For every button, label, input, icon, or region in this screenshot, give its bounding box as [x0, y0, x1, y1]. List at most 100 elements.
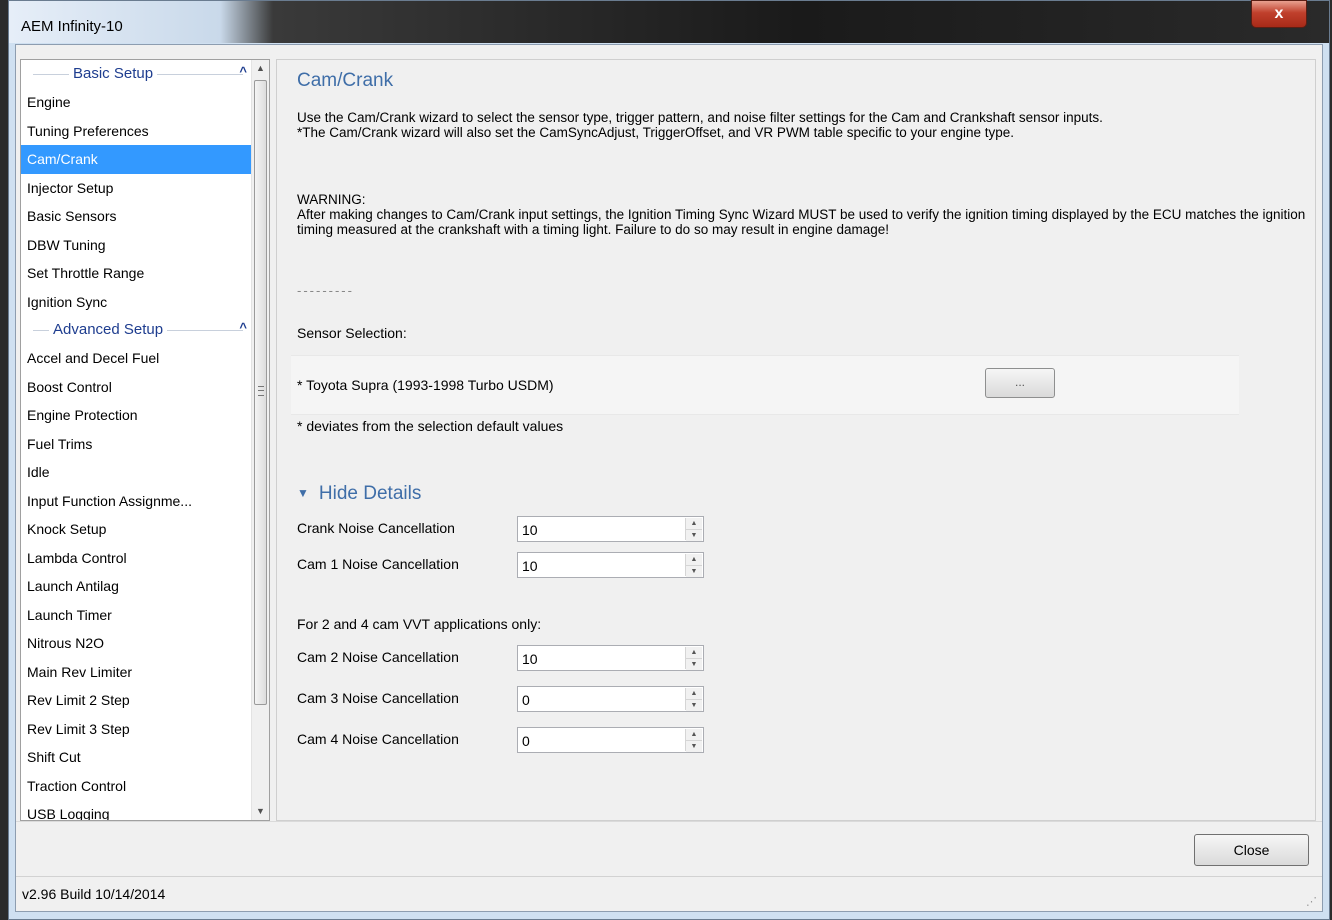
spin-up-icon[interactable]: ▲ [686, 729, 702, 741]
title-bar[interactable]: AEM Infinity-10 x [9, 0, 1329, 43]
field-value[interactable]: 10 [522, 651, 538, 667]
scrollbar-thumb[interactable] [254, 80, 267, 705]
cam4-noise-stepper[interactable]: 0 ▲ ▼ [517, 727, 704, 753]
sidebar-item-fuel-trims[interactable]: Fuel Trims [21, 430, 253, 459]
spinner[interactable]: ▲ ▼ [685, 729, 702, 752]
sidebar-list: Basic Setup ^ Engine Tuning Preferences … [21, 60, 253, 820]
vvt-note: For 2 and 4 cam VVT applications only: [297, 616, 542, 632]
warning-block: WARNING: After making changes to Cam/Cra… [297, 192, 1307, 237]
spin-up-icon[interactable]: ▲ [686, 554, 702, 566]
sidebar-item-rev-limit-3-step[interactable]: Rev Limit 3 Step [21, 715, 253, 744]
sidebar-item-traction-control[interactable]: Traction Control [21, 772, 253, 801]
hide-details-label: Hide Details [318, 483, 422, 504]
triangle-down-icon: ▼ [297, 486, 309, 500]
sidebar-item-shift-cut[interactable]: Shift Cut [21, 743, 253, 772]
spinner[interactable]: ▲ ▼ [685, 554, 702, 577]
group-label: Advanced Setup [49, 321, 168, 338]
warning-text: After making changes to Cam/Crank input … [297, 207, 1306, 237]
sensor-selection-label: Sensor Selection: [297, 325, 407, 341]
sidebar-item-basic-sensors[interactable]: Basic Sensors [21, 202, 253, 231]
sidebar-item-tuning-preferences[interactable]: Tuning Preferences [21, 117, 253, 146]
sidebar-item-dbw-tuning[interactable]: DBW Tuning [21, 231, 253, 260]
sidebar-item-rev-limit-2-step[interactable]: Rev Limit 2 Step [21, 686, 253, 715]
spin-down-icon[interactable]: ▼ [686, 741, 702, 752]
sidebar-item-engine[interactable]: Engine [21, 88, 253, 117]
collapse-chevron-icon[interactable]: ^ [239, 320, 247, 335]
sidebar-item-boost-control[interactable]: Boost Control [21, 373, 253, 402]
version-label: v2.96 Build 10/14/2014 [22, 886, 166, 902]
field-label: Crank Noise Cancellation [297, 520, 455, 536]
close-button[interactable]: Close [1194, 834, 1309, 866]
sidebar-item-input-function-assignment[interactable]: Input Function Assignme... [21, 487, 253, 516]
warning-heading: WARNING: [297, 192, 366, 207]
spin-up-icon[interactable]: ▲ [686, 518, 702, 530]
cam3-noise-stepper[interactable]: 0 ▲ ▼ [517, 686, 704, 712]
sidebar-item-main-rev-limiter[interactable]: Main Rev Limiter [21, 658, 253, 687]
group-label: Basic Setup [69, 65, 158, 82]
crank-noise-stepper[interactable]: 10 ▲ ▼ [517, 516, 704, 542]
spin-down-icon[interactable]: ▼ [686, 530, 702, 541]
collapse-chevron-icon[interactable]: ^ [239, 64, 247, 79]
spin-up-icon[interactable]: ▲ [686, 688, 702, 700]
crank-noise-row: Crank Noise Cancellation 10 ▲ ▼ [297, 516, 727, 544]
sidebar-item-launch-timer[interactable]: Launch Timer [21, 601, 253, 630]
scroll-up-icon[interactable]: ▲ [252, 60, 269, 77]
cam4-noise-row: Cam 4 Noise Cancellation 0 ▲ ▼ [297, 727, 727, 755]
spin-down-icon[interactable]: ▼ [686, 700, 702, 711]
sidebar-item-accel-decel-fuel[interactable]: Accel and Decel Fuel [21, 344, 253, 373]
footer-divider [16, 821, 1322, 822]
group-header-advanced-setup[interactable]: Advanced Setup ^ [21, 316, 253, 344]
cam1-noise-row: Cam 1 Noise Cancellation 10 ▲ ▼ [297, 552, 727, 580]
cam3-noise-row: Cam 3 Noise Cancellation 0 ▲ ▼ [297, 686, 727, 714]
sidebar-item-injector-setup[interactable]: Injector Setup [21, 174, 253, 203]
scroll-down-icon[interactable]: ▼ [252, 803, 269, 820]
sidebar-nav: Basic Setup ^ Engine Tuning Preferences … [20, 59, 270, 821]
page-title: Cam/Crank [297, 70, 394, 91]
sidebar-item-lambda-control[interactable]: Lambda Control [21, 544, 253, 573]
cam1-noise-stepper[interactable]: 10 ▲ ▼ [517, 552, 704, 578]
sidebar-item-nitrous-n2o[interactable]: Nitrous N2O [21, 629, 253, 658]
spinner[interactable]: ▲ ▼ [685, 518, 702, 541]
window-title: AEM Infinity-10 [21, 18, 123, 35]
sensor-select-button[interactable]: ... [985, 368, 1055, 398]
sidebar-item-ignition-sync[interactable]: Ignition Sync [21, 288, 253, 317]
field-label: Cam 4 Noise Cancellation [297, 731, 459, 747]
spinner[interactable]: ▲ ▼ [685, 647, 702, 670]
field-label: Cam 2 Noise Cancellation [297, 649, 459, 665]
field-label: Cam 1 Noise Cancellation [297, 556, 459, 572]
sidebar-item-set-throttle-range[interactable]: Set Throttle Range [21, 259, 253, 288]
spin-down-icon[interactable]: ▼ [686, 659, 702, 670]
spin-down-icon[interactable]: ▼ [686, 566, 702, 577]
sidebar-item-cam-crank[interactable]: Cam/Crank [21, 145, 253, 174]
status-bar: v2.96 Build 10/14/2014 ⋰ [16, 876, 1322, 911]
field-value[interactable]: 10 [522, 558, 538, 574]
sensor-selection-box: * Toyota Supra (1993-1998 Turbo USDM) ..… [291, 355, 1239, 415]
group-header-basic-setup[interactable]: Basic Setup ^ [21, 60, 253, 88]
sidebar-item-engine-protection[interactable]: Engine Protection [21, 401, 253, 430]
sidebar-item-usb-logging[interactable]: USB Logging [21, 800, 253, 820]
description-line-1: Use the Cam/Crank wizard to select the s… [297, 110, 1103, 125]
hide-details-toggle[interactable]: ▼ Hide Details [297, 483, 421, 505]
cam2-noise-row: Cam 2 Noise Cancellation 10 ▲ ▼ [297, 645, 727, 673]
dialog-client: Basic Setup ^ Engine Tuning Preferences … [15, 44, 1323, 912]
resize-grip-icon[interactable]: ⋰ [1306, 895, 1318, 908]
sensor-selection-value: * Toyota Supra (1993-1998 Turbo USDM) [297, 377, 554, 393]
field-value[interactable]: 0 [522, 692, 530, 708]
grip-icon [258, 386, 264, 396]
main-content: Cam/Crank Use the Cam/Crank wizard to se… [276, 59, 1316, 821]
description-line-2: *The Cam/Crank wizard will also set the … [297, 125, 1015, 140]
sidebar-item-knock-setup[interactable]: Knock Setup [21, 515, 253, 544]
deviation-note: * deviates from the selection default va… [297, 418, 564, 434]
spinner[interactable]: ▲ ▼ [685, 688, 702, 711]
field-value[interactable]: 0 [522, 733, 530, 749]
sidebar-scrollbar[interactable]: ▲ ▼ [251, 60, 269, 820]
window-close-button[interactable]: x [1251, 0, 1307, 28]
spin-up-icon[interactable]: ▲ [686, 647, 702, 659]
field-value[interactable]: 10 [522, 522, 538, 538]
app-window: AEM Infinity-10 x Basic Setup ^ Engine T… [8, 0, 1330, 920]
separator-dashes: --------- [297, 283, 354, 298]
cam2-noise-stepper[interactable]: 10 ▲ ▼ [517, 645, 704, 671]
description: Use the Cam/Crank wizard to select the s… [297, 110, 1302, 140]
sidebar-item-idle[interactable]: Idle [21, 458, 253, 487]
sidebar-item-launch-antilag[interactable]: Launch Antilag [21, 572, 253, 601]
